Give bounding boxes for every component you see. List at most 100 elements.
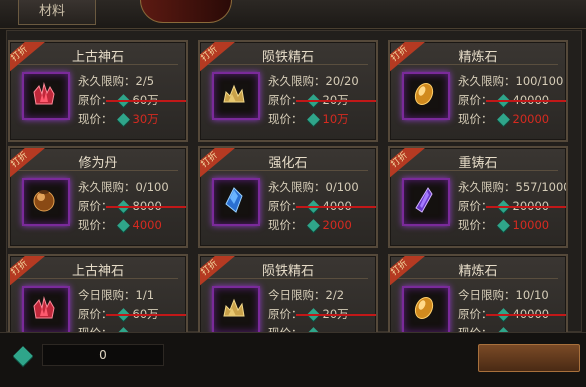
current-price-value: 30万 bbox=[132, 112, 159, 126]
title-ornament bbox=[140, 0, 232, 23]
current-price-value: 4000 bbox=[132, 218, 162, 232]
purchase-limit: 今日限购：2/2 bbox=[268, 286, 376, 305]
original-price-row: 原价：20000 bbox=[458, 197, 566, 216]
current-price-value: 2000 bbox=[322, 218, 352, 232]
original-price-row: 原价：20万 bbox=[268, 305, 376, 324]
item-slot[interactable] bbox=[22, 178, 70, 226]
item-slot[interactable] bbox=[22, 72, 70, 120]
original-price-row: 原价：40000 bbox=[458, 305, 566, 324]
current-price-value: 10万 bbox=[322, 112, 349, 126]
item-info: 永久限购：557/1000 原价：20000 现价： 10000 bbox=[458, 178, 566, 235]
item-name: 修为丹 bbox=[78, 156, 118, 171]
shop-item-card[interactable]: 打折 陨铁精石 永久限购：20/20 原价：20万 现价：10万 bbox=[198, 40, 378, 142]
original-price-row: 原价：40000 bbox=[458, 91, 566, 110]
green-gem-icon bbox=[306, 219, 320, 232]
current-price-label: 现价： bbox=[458, 218, 493, 232]
title-divider bbox=[398, 278, 558, 279]
title-divider bbox=[18, 278, 178, 279]
original-price-row: 原价：4000 bbox=[268, 197, 376, 216]
green-gem-icon bbox=[306, 113, 320, 126]
title-divider bbox=[18, 170, 178, 171]
current-price-row: 现价： 10000 bbox=[458, 216, 566, 235]
purchase-limit-text: 永久限购：100/100 bbox=[458, 74, 564, 88]
shop-item-card[interactable]: 打折 重铸石 永久限购：557/1000 原价：20000 现价：10000 bbox=[388, 146, 568, 248]
item-info: 永久限购：0/100 原价：8000 现价： 4000 bbox=[78, 178, 186, 235]
shop-item-card[interactable]: 打折 修为丹 永久限购：0/100 原价：8000 现价：4000 bbox=[8, 146, 188, 248]
currency-amount: 0 bbox=[42, 344, 164, 366]
purchase-limit-text: 今日限购：10/10 bbox=[458, 288, 549, 302]
item-slot[interactable] bbox=[402, 178, 450, 226]
item-info: 永久限购：20/20 原价：20万 现价： 10万 bbox=[268, 72, 376, 129]
green-gem-icon bbox=[496, 113, 510, 126]
purchase-limit: 今日限购：10/10 bbox=[458, 286, 566, 305]
item-info: 永久限购：100/100 原价：40000 现价： 20000 bbox=[458, 72, 566, 129]
current-price-label: 现价： bbox=[78, 218, 113, 232]
current-price-label: 现价： bbox=[268, 218, 303, 232]
item-slot[interactable] bbox=[212, 286, 260, 334]
original-price-row: 原价：20万 bbox=[268, 91, 376, 110]
original-price-row: 原价：8000 bbox=[78, 197, 186, 216]
current-price-row: 现价： 4000 bbox=[78, 216, 186, 235]
green-gem-icon bbox=[116, 219, 130, 232]
title-divider bbox=[208, 170, 368, 171]
item-name: 陨铁精石 bbox=[261, 50, 314, 65]
current-price-row: 现价： 30万 bbox=[78, 110, 186, 129]
current-price-value: 10000 bbox=[512, 218, 550, 232]
item-name: 陨铁精石 bbox=[261, 264, 314, 279]
price-strikethrough bbox=[486, 314, 566, 316]
purchase-limit: 今日限购：1/1 bbox=[78, 286, 186, 305]
purchase-limit: 永久限购：0/100 bbox=[78, 178, 186, 197]
item-slot[interactable] bbox=[22, 286, 70, 334]
price-strikethrough bbox=[296, 314, 376, 316]
current-price-label: 现价： bbox=[458, 112, 493, 126]
original-price-row: 原价：60万 bbox=[78, 91, 186, 110]
green-gem-icon bbox=[496, 219, 510, 232]
price-strikethrough bbox=[106, 314, 186, 316]
title-divider bbox=[208, 278, 368, 279]
price-strikethrough bbox=[296, 206, 376, 208]
item-slot[interactable] bbox=[402, 286, 450, 334]
shop-item-card[interactable]: 打折 上古神石 永久限购：2/5 原价：60万 现价：30万 bbox=[8, 40, 188, 142]
item-name: 重铸石 bbox=[458, 156, 498, 171]
purchase-limit-text: 永久限购：0/100 bbox=[268, 180, 359, 194]
price-strikethrough bbox=[296, 100, 376, 102]
purchase-limit-text: 今日限购：1/1 bbox=[78, 288, 155, 302]
purchase-limit: 永久限购：2/5 bbox=[78, 72, 186, 91]
item-slot[interactable] bbox=[212, 178, 260, 226]
shop-item-card[interactable]: 打折 强化石 永久限购：0/100 原价：4000 现价：2000 bbox=[198, 146, 378, 248]
purchase-limit: 永久限购：557/1000 bbox=[458, 178, 566, 197]
purchase-limit-text: 永久限购：557/1000 bbox=[458, 180, 568, 194]
current-price-value: 20000 bbox=[512, 112, 550, 126]
title-divider bbox=[398, 64, 558, 65]
original-price-row: 原价：60万 bbox=[78, 305, 186, 324]
item-slot[interactable] bbox=[212, 72, 260, 120]
price-strikethrough bbox=[486, 206, 566, 208]
action-button[interactable] bbox=[478, 344, 580, 372]
current-price-label: 现价： bbox=[78, 112, 113, 126]
current-price-row: 现价： 20000 bbox=[458, 110, 566, 129]
title-divider bbox=[208, 64, 368, 65]
top-bar: 材料 bbox=[0, 0, 586, 29]
purchase-limit-text: 永久限购：2/5 bbox=[78, 74, 155, 88]
price-strikethrough bbox=[106, 100, 186, 102]
item-info: 永久限购：0/100 原价：4000 现价： 2000 bbox=[268, 178, 376, 235]
purchase-limit-text: 永久限购：0/100 bbox=[78, 180, 169, 194]
item-slot[interactable] bbox=[402, 72, 450, 120]
title-divider bbox=[398, 170, 558, 171]
green-gem-icon bbox=[116, 113, 130, 126]
current-price-row: 现价： 2000 bbox=[268, 216, 376, 235]
item-name: 强化石 bbox=[268, 156, 308, 171]
item-name: 上古神石 bbox=[71, 50, 124, 65]
purchase-limit-text: 今日限购：2/2 bbox=[268, 288, 345, 302]
item-name: 精炼石 bbox=[458, 264, 498, 279]
item-name: 精炼石 bbox=[458, 50, 498, 65]
shop-item-card[interactable]: 打折 精炼石 永久限购：100/100 原价：40000 现价：20000 bbox=[388, 40, 568, 142]
purchase-limit-text: 永久限购：20/20 bbox=[268, 74, 359, 88]
item-name: 上古神石 bbox=[71, 264, 124, 279]
purchase-limit: 永久限购：0/100 bbox=[268, 178, 376, 197]
current-price-label: 现价： bbox=[268, 112, 303, 126]
current-price-row: 现价： 10万 bbox=[268, 110, 376, 129]
price-strikethrough bbox=[486, 100, 566, 102]
item-info: 永久限购：2/5 原价：60万 现价： 30万 bbox=[78, 72, 186, 129]
purchase-limit: 永久限购：100/100 bbox=[458, 72, 566, 91]
